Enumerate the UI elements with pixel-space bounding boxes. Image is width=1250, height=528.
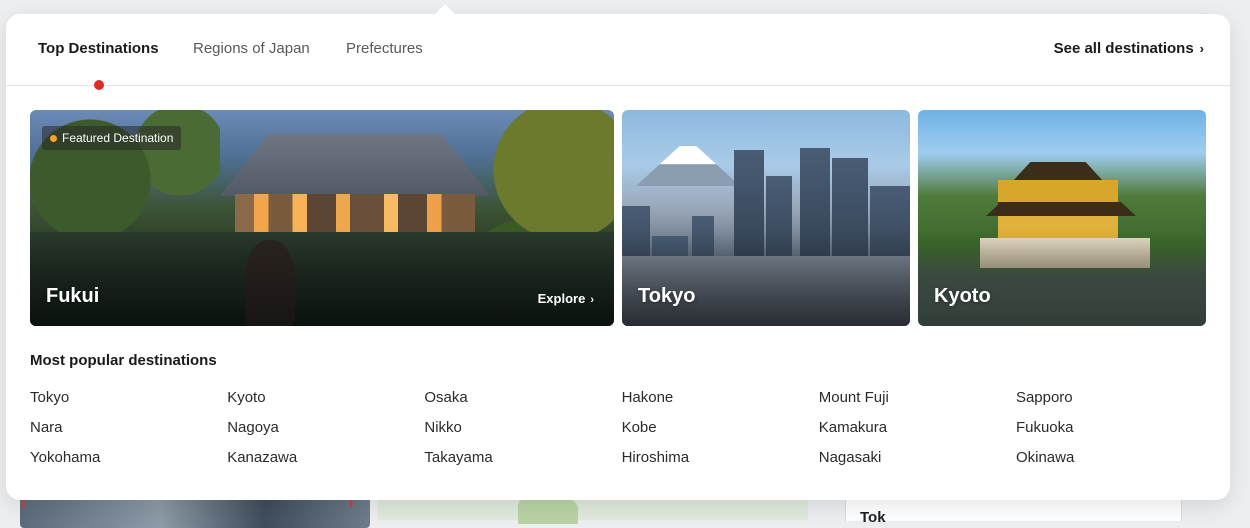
destination-card-title: Kyoto: [934, 285, 991, 307]
popular-destination-link[interactable]: Fukuoka: [1016, 419, 1213, 449]
destinations-tabs: Top Destinations Regions of Japan Prefec…: [6, 14, 1230, 90]
explore-label: Explore: [537, 291, 586, 306]
destination-card-kyoto[interactable]: Kyoto: [918, 110, 1206, 326]
popular-destinations-list: Tokyo Kyoto Osaka Hakone Mount Fuji Sapp…: [30, 389, 1210, 479]
popular-destination-link[interactable]: Okinawa: [1016, 449, 1213, 479]
popular-destination-link[interactable]: Nagoya: [227, 419, 424, 449]
featured-badge: Featured Destination: [42, 126, 182, 150]
badge-dot-icon: [50, 135, 57, 142]
chevron-right-icon: ›: [590, 294, 594, 306]
popular-destination-link[interactable]: Sapporo: [1016, 389, 1213, 419]
popular-destination-link[interactable]: Osaka: [424, 389, 621, 419]
tab-top-destinations[interactable]: Top Destinations: [38, 40, 159, 57]
chevron-right-icon: ›: [1199, 41, 1204, 56]
popular-destination-link[interactable]: Tokyo: [30, 389, 227, 419]
popular-destination-link[interactable]: Nikko: [424, 419, 621, 449]
tab-prefectures[interactable]: Prefectures: [346, 40, 423, 57]
destination-card-tokyo[interactable]: Tokyo: [622, 110, 910, 326]
active-tab-indicator: [94, 80, 104, 90]
popular-destination-link[interactable]: Nagasaki: [819, 449, 1016, 479]
popular-destination-link[interactable]: Yokohama: [30, 449, 227, 479]
popular-destination-link[interactable]: Hakone: [622, 389, 819, 419]
tab-regions-of-japan[interactable]: Regions of Japan: [193, 40, 310, 57]
featured-card-title: Fukui: [46, 285, 100, 307]
destinations-dropdown: Top Destinations Regions of Japan Prefec…: [6, 4, 1230, 500]
background-panel-text: Tok: [860, 509, 886, 526]
popular-destination-link[interactable]: Kanazawa: [227, 449, 424, 479]
see-all-label: See all destinations: [1053, 40, 1194, 57]
featured-badge-label: Featured Destination: [62, 131, 174, 145]
destination-card-title: Tokyo: [638, 285, 696, 307]
popular-destination-link[interactable]: Kobe: [622, 419, 819, 449]
popular-destination-link[interactable]: Nara: [30, 419, 227, 449]
popular-destination-link[interactable]: Kamakura: [819, 419, 1016, 449]
popular-destinations-heading: Most popular destinations: [30, 352, 217, 369]
explore-link[interactable]: Explore ›: [538, 291, 594, 306]
featured-destination-card[interactable]: Featured Destination Fukui Explore ›: [30, 110, 614, 326]
popular-destination-link[interactable]: Kyoto: [227, 389, 424, 419]
popular-destination-link[interactable]: Takayama: [424, 449, 621, 479]
see-all-destinations-link[interactable]: See all destinations ›: [1054, 40, 1204, 57]
popular-destination-link[interactable]: Hiroshima: [622, 449, 819, 479]
popular-destination-link[interactable]: Mount Fuji: [819, 389, 1016, 419]
